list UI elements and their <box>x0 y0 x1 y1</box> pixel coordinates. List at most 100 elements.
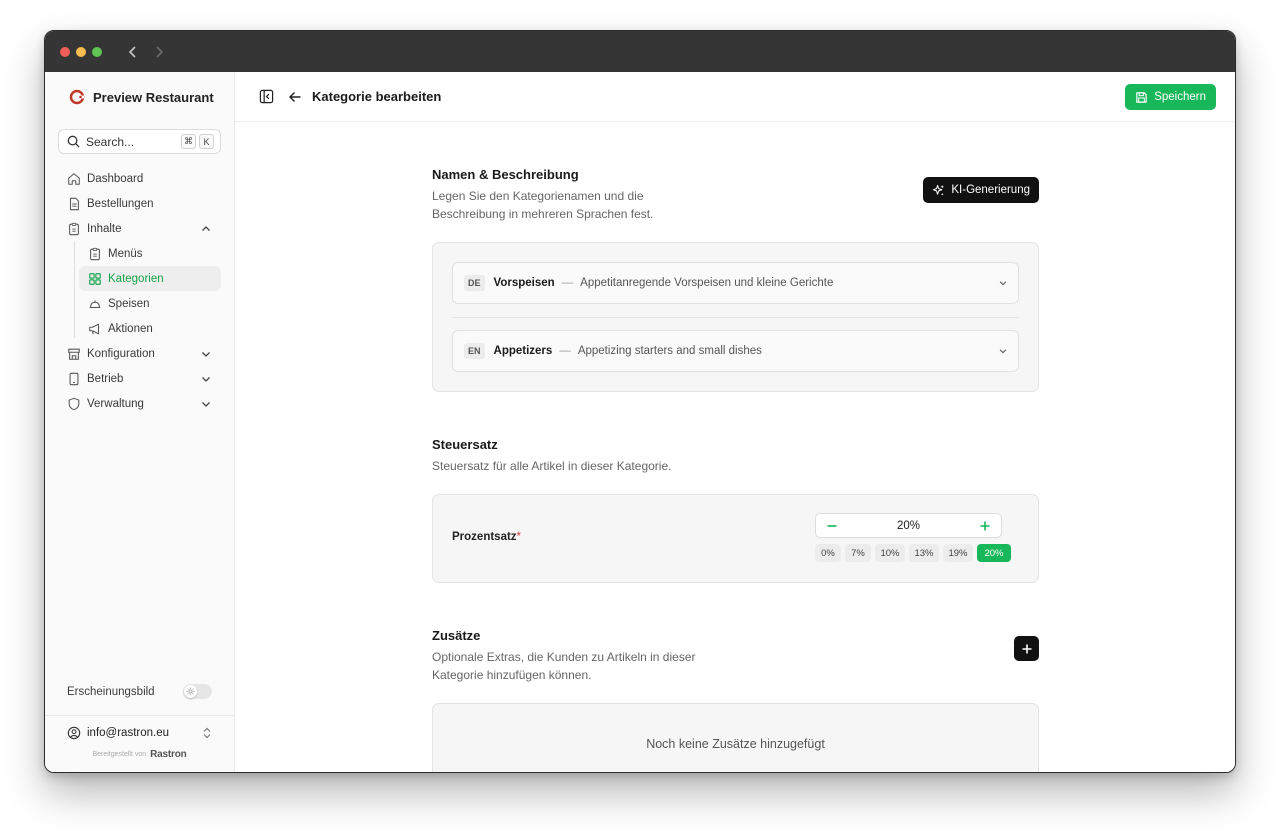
food-tray-icon <box>89 300 101 308</box>
store-icon <box>68 348 80 360</box>
save-icon <box>1136 91 1147 103</box>
separator: — <box>559 345 571 357</box>
names-desc-line-2: Beschreibung in mehreren Sprachen fest. <box>432 207 654 221</box>
sidebar-item-label: Inhalte <box>87 222 122 235</box>
chevron-down-icon[interactable] <box>200 398 212 410</box>
sidebar-item-inhalte[interactable]: Inhalte <box>58 216 221 241</box>
sidebar-item-konfiguration[interactable]: Konfiguration <box>58 341 221 366</box>
sidebar-item-verwaltung[interactable]: Verwaltung <box>58 391 221 416</box>
user-circle-icon <box>67 726 81 740</box>
tax-card: Prozentsatz* 20% 0% 7% 10% 13% 19% 20% <box>432 494 1039 583</box>
preset-13[interactable]: 13% <box>909 544 939 562</box>
percentage-presets: 0% 7% 10% 13% 19% 20% <box>815 544 1011 562</box>
minus-icon[interactable] <box>826 520 838 532</box>
restaurant-switcher[interactable]: Preview Restaurant <box>45 72 234 122</box>
save-button[interactable]: Speichern <box>1125 84 1216 110</box>
top-bar: Kategorie bearbeiten Speichern <box>235 72 1235 122</box>
sidebar-toggle-icon[interactable] <box>259 89 274 104</box>
chevron-down-icon[interactable] <box>998 346 1008 356</box>
user-email: info@rastron.eu <box>87 727 169 739</box>
sidebar-nav: Dashboard Bestellungen Inhalte Menüs Kat… <box>45 166 234 416</box>
percentage-value[interactable]: 20% <box>897 520 920 532</box>
percentage-label-text: Prozentsatz <box>452 531 517 543</box>
chevron-down-icon[interactable] <box>200 373 212 385</box>
browser-forward-icon[interactable] <box>154 45 164 58</box>
theme-toggle[interactable] <box>183 684 212 699</box>
sidebar-item-label: Bestellungen <box>87 197 154 210</box>
sidebar-item-label: Aktionen <box>108 322 153 335</box>
powered-by: Bereitgestellt von Rastron <box>45 749 234 760</box>
language-row-en[interactable]: EN Appetizers — Appetizing starters and … <box>452 330 1019 372</box>
page-title: Kategorie bearbeiten <box>312 89 442 104</box>
window-titlebar <box>45 31 1235 72</box>
separator: — <box>561 277 574 289</box>
percentage-stepper[interactable]: 20% <box>815 513 1002 538</box>
search-icon <box>67 135 80 148</box>
required-mark: * <box>516 531 522 543</box>
sidebar-item-label: Speisen <box>108 297 150 310</box>
k-key-hint: K <box>199 134 214 149</box>
language-code: EN <box>464 343 485 359</box>
sidebar-item-bestellungen[interactable]: Bestellungen <box>58 191 221 216</box>
language-code: DE <box>464 275 485 291</box>
sidebar-item-kategorien[interactable]: Kategorien <box>79 266 221 291</box>
tax-section: Steuersatz Steuersatz für alle Artikel i… <box>432 437 1039 583</box>
main-content: Kategorie bearbeiten Speichern Namen & B… <box>235 72 1235 772</box>
tax-section-desc: Steuersatz für alle Artikel in dieser Ka… <box>432 459 672 473</box>
sidebar-item-menus[interactable]: Menüs <box>79 241 221 266</box>
chevron-up-down-icon <box>203 727 211 739</box>
restaurant-logo-icon <box>69 89 85 105</box>
powered-by-text: Bereitgestellt von <box>92 751 147 758</box>
ai-generate-button[interactable]: KI-Generierung <box>923 177 1039 203</box>
chevron-up-icon[interactable] <box>200 223 212 235</box>
names-section: Namen & Beschreibung Legen Sie den Kateg… <box>432 167 1039 392</box>
preset-10[interactable]: 10% <box>875 544 905 562</box>
tablet-icon <box>69 372 79 385</box>
save-label: Speichern <box>1154 91 1206 103</box>
language-row-de[interactable]: DE Vorspeisen — Appetitanregende Vorspei… <box>452 262 1019 304</box>
clipboard-icon <box>69 222 79 235</box>
sidebar-item-label: Betrieb <box>87 372 124 385</box>
percentage-label: Prozentsatz* <box>452 531 521 543</box>
browser-window: Preview Restaurant Search... ⌘ K Dashboa… <box>44 30 1236 773</box>
chevron-down-icon[interactable] <box>200 348 212 360</box>
sidebar-footer: info@rastron.eu Bereitgestellt von Rastr… <box>45 715 234 772</box>
sidebar-item-label: Menüs <box>108 247 143 260</box>
search-input[interactable]: Search... ⌘ K <box>58 129 221 154</box>
user-menu[interactable]: info@rastron.eu <box>45 716 234 740</box>
addons-card: Noch keine Zusätze hinzugefügt <box>432 703 1039 772</box>
sidebar-item-dashboard[interactable]: Dashboard <box>58 166 221 191</box>
preset-19[interactable]: 19% <box>943 544 973 562</box>
category-name: Vorspeisen <box>493 277 555 289</box>
clipboard-icon <box>90 247 100 260</box>
close-window-dot[interactable] <box>60 46 70 57</box>
back-arrow-icon[interactable] <box>288 90 302 104</box>
sidebar-item-label: Verwaltung <box>87 397 144 410</box>
preset-7[interactable]: 7% <box>845 544 871 562</box>
appearance-setting: Erscheinungsbild <box>67 684 212 699</box>
language-divider <box>452 317 1019 318</box>
sidebar-item-speisen[interactable]: Speisen <box>79 291 221 316</box>
sidebar-item-betrieb[interactable]: Betrieb <box>58 366 221 391</box>
plus-icon <box>1022 644 1031 653</box>
home-icon <box>68 172 80 185</box>
addons-section: Zusätze Optionale Extras, die Kunden zu … <box>432 628 1039 772</box>
addons-desc-line-2: Kategorie hinzufügen können. <box>432 668 592 682</box>
chevron-down-icon[interactable] <box>998 278 1008 288</box>
minimize-window-dot[interactable] <box>76 46 86 57</box>
maximize-window-dot[interactable] <box>92 46 102 57</box>
grid-icon <box>89 272 101 285</box>
plus-icon[interactable] <box>979 520 991 532</box>
rastron-logo: Rastron <box>150 749 187 760</box>
add-addon-button[interactable] <box>1014 636 1039 661</box>
addons-desc-line-1: Optionale Extras, die Kunden zu Artikeln… <box>432 650 696 664</box>
appearance-label: Erscheinungsbild <box>67 685 155 698</box>
shield-icon <box>68 397 80 410</box>
browser-back-icon[interactable] <box>128 45 138 58</box>
preset-0[interactable]: 0% <box>815 544 841 562</box>
preset-20[interactable]: 20% <box>977 544 1011 562</box>
sidebar-item-aktionen[interactable]: Aktionen <box>79 316 221 341</box>
sidebar-item-label: Dashboard <box>87 172 144 185</box>
ai-generate-label: KI-Generierung <box>951 184 1030 196</box>
inhalte-submenu: Menüs Kategorien Speisen Aktionen <box>45 241 234 341</box>
